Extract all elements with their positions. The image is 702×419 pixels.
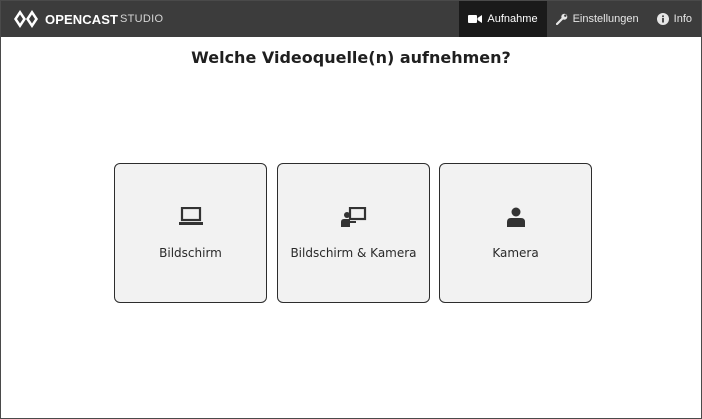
brand-subtitle: STUDIO <box>120 13 164 25</box>
screen-and-presenter-icon <box>340 207 366 227</box>
top-navigation-bar: OPENCAST STUDIO Aufnahme Einstellungen I… <box>1 1 701 37</box>
nav-item-info[interactable]: Info <box>648 1 701 37</box>
nav-item-label: Einstellungen <box>572 13 639 25</box>
page-title: Welche Videoquelle(n) aufnehmen? <box>191 48 511 67</box>
opencast-logo-icon <box>14 10 38 28</box>
brand-name: OPENCAST <box>45 11 119 27</box>
info-circle-icon <box>656 13 669 25</box>
nav-item-aufnahme[interactable]: Aufnahme <box>459 1 547 37</box>
user-icon <box>506 207 525 227</box>
video-camera-icon <box>468 15 483 23</box>
option-label: Bildschirm & Kamera <box>290 246 417 260</box>
nav-item-label: Aufnahme <box>487 13 538 25</box>
option-label: Bildschirm <box>159 246 222 260</box>
app-window: OPENCAST STUDIO Aufnahme Einstellungen I… <box>0 0 702 419</box>
monitor-icon <box>178 207 203 225</box>
wrench-icon <box>555 13 567 25</box>
option-label: Kamera <box>492 246 539 260</box>
source-option-bildschirm-kamera[interactable]: Bildschirm & Kamera <box>277 163 430 303</box>
source-option-bildschirm[interactable]: Bildschirm <box>114 163 267 303</box>
nav-item-label: Info <box>673 13 692 25</box>
opencast-studio-logo[interactable]: OPENCAST STUDIO <box>13 1 163 37</box>
main-nav: Aufnahme Einstellungen Info <box>459 1 701 37</box>
nav-item-einstellungen[interactable]: Einstellungen <box>547 1 648 37</box>
source-option-kamera[interactable]: Kamera <box>439 163 592 303</box>
